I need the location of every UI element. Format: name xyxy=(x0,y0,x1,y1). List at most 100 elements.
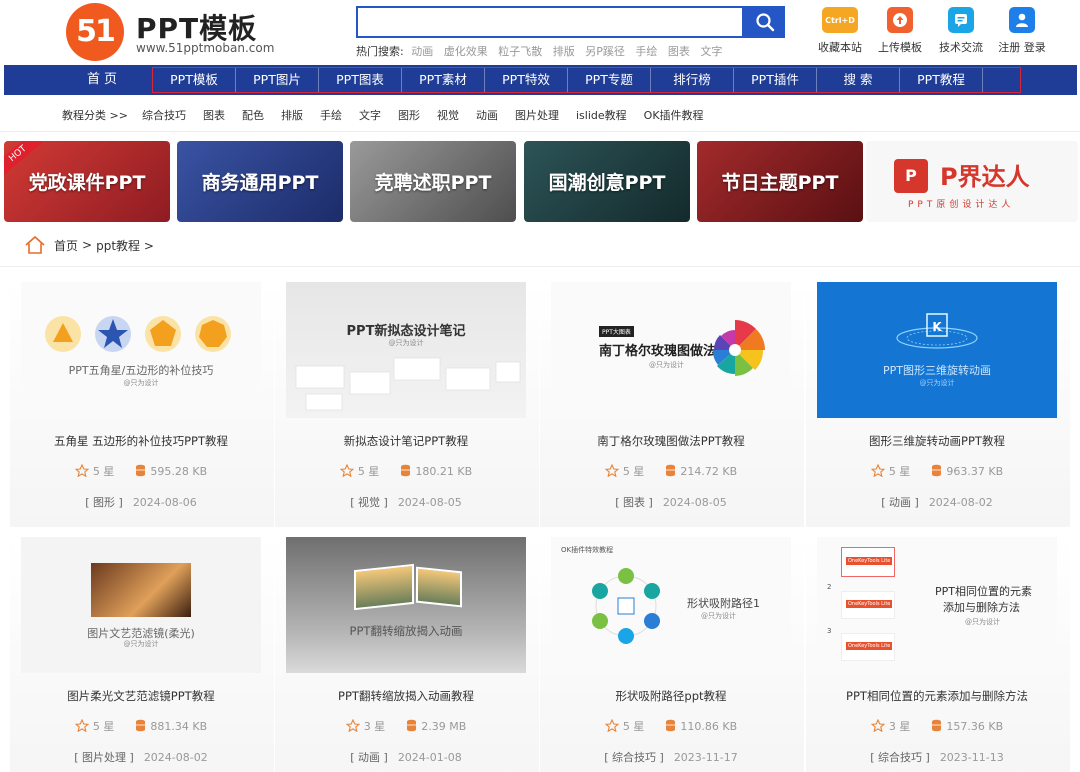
hot-search-link[interactable]: 另P蹊径 xyxy=(585,45,625,58)
tutorial-card[interactable]: PPT翻转缩放揭入动画 PPT翻转缩放揭入动画教程 3 星 2.39 MB [ … xyxy=(286,537,526,772)
star-icon xyxy=(604,719,619,732)
tutorial-card[interactable]: OneKeyTools Lite 2 OneKeyTools Lite 3 On… xyxy=(817,537,1057,772)
hot-search-link[interactable]: 粒子飞散 xyxy=(498,45,542,58)
home-icon[interactable] xyxy=(24,235,46,255)
card-date: 2023-11-17 xyxy=(673,751,738,764)
thumbnail-credit: @只为设计 xyxy=(123,640,159,648)
card-title[interactable]: 图片柔光文艺范滤镜PPT教程 xyxy=(21,688,261,704)
category-link[interactable]: 动画 xyxy=(476,107,498,123)
card-thumbnail[interactable]: PPT新拟态设计笔记 @只为设计 xyxy=(286,282,526,418)
brand-tagline: PPT原创设计达人 xyxy=(908,200,1015,210)
banner-festival[interactable]: 节日主题PPT xyxy=(697,141,863,222)
tech-exchange-button[interactable]: 技术交流 xyxy=(931,7,991,55)
nav-item-ppt-topic[interactable]: PPT专题 xyxy=(568,68,651,92)
site-header: 51 PPT模板 www.51pptmoban.com 热门搜索: 动画 虚化效… xyxy=(0,0,1080,64)
card-rating: 3 星 xyxy=(888,720,911,733)
banner-brand-pjdr[interactable]: P P界达人 PPT原创设计达人 xyxy=(866,141,1078,222)
card-category[interactable]: [ 图片处理 ] xyxy=(74,751,134,764)
nav-item-home[interactable]: 首页 xyxy=(64,65,144,95)
card-title[interactable]: 图形三维旋转动画PPT教程 xyxy=(817,433,1057,449)
site-logo[interactable]: 51 PPT模板 www.51pptmoban.com xyxy=(66,3,276,61)
nav-item-ppt-tutorial[interactable]: PPT教程 xyxy=(900,68,983,92)
card-title[interactable]: 新拟态设计笔记PPT教程 xyxy=(286,433,526,449)
search-button[interactable] xyxy=(744,6,785,38)
hot-search-bar: 热门搜索: 动画 虚化效果 粒子飞散 排版 另P蹊径 手绘 图表 文字 xyxy=(356,43,729,59)
tutorial-card[interactable]: K PPT图形三维旋转动画 @只为设计 图形三维旋转动画PPT教程 5 星 96… xyxy=(817,282,1057,527)
card-category[interactable]: [ 视觉 ] xyxy=(350,496,388,509)
banner-label: 节日主题PPT xyxy=(721,172,839,194)
nav-item-ppt-effect[interactable]: PPT特效 xyxy=(485,68,568,92)
card-file-size: 110.86 KB xyxy=(680,720,738,733)
register-login-button[interactable]: 注册 登录 xyxy=(992,7,1052,55)
category-link[interactable]: 图片处理 xyxy=(515,107,559,123)
card-title[interactable]: 南丁格尔玫瑰图做法PPT教程 xyxy=(551,433,791,449)
nav-item-ppt-image[interactable]: PPT图片 xyxy=(236,68,319,92)
category-link[interactable]: OK插件教程 xyxy=(644,107,704,123)
nav-item-ranking[interactable]: 排行榜 xyxy=(651,68,734,92)
banner-job-report[interactable]: 竞聘述职PPT xyxy=(350,141,516,222)
upload-template-button[interactable]: 上传模板 xyxy=(870,7,930,55)
nav-item-ppt-plugin[interactable]: PPT插件 xyxy=(734,68,817,92)
breadcrumb-home-link[interactable]: 首页 xyxy=(54,237,78,254)
category-link[interactable]: 排版 xyxy=(281,107,303,123)
tutorial-card[interactable]: OK插件特效教程 形状吸附路径1 @只为设计 形状吸附路径ppt教程 5 星 1… xyxy=(551,537,791,772)
card-thumbnail[interactable]: OK插件特效教程 形状吸附路径1 @只为设计 xyxy=(551,537,791,673)
card-category[interactable]: [ 综合技巧 ] xyxy=(870,751,930,764)
category-link[interactable]: 手绘 xyxy=(320,107,342,123)
thumbnail-tag: PPT大图表 xyxy=(599,326,634,337)
category-link[interactable]: 视觉 xyxy=(437,107,459,123)
banner-guochao[interactable]: 国潮创意PPT xyxy=(524,141,690,222)
search-input[interactable] xyxy=(356,6,744,38)
category-link[interactable]: 图表 xyxy=(203,107,225,123)
nav-item-ppt-template[interactable]: PPT模板 xyxy=(153,68,236,92)
category-link[interactable]: 图形 xyxy=(398,107,420,123)
breadcrumb: 首页 > ppt教程 > xyxy=(24,234,154,256)
nav-item-ppt-chart[interactable]: PPT图表 xyxy=(319,68,402,92)
card-category[interactable]: [ 综合技巧 ] xyxy=(604,751,664,764)
hot-search-link[interactable]: 虚化效果 xyxy=(444,45,488,58)
hot-search-link[interactable]: 文字 xyxy=(700,45,722,58)
bookmark-site-button[interactable]: Ctrl+D 收藏本站 xyxy=(810,7,870,55)
card-title[interactable]: PPT相同位置的元素添加与删除方法 xyxy=(817,688,1057,704)
category-link[interactable]: 综合技巧 xyxy=(142,107,186,123)
card-thumbnail[interactable]: PPT五角星/五边形的补位技巧 @只为设计 xyxy=(21,282,261,418)
category-link[interactable]: 配色 xyxy=(242,107,264,123)
card-date: 2024-08-05 xyxy=(397,496,462,509)
nav-item-search[interactable]: 搜 索 xyxy=(817,68,900,92)
category-link[interactable]: 文字 xyxy=(359,107,381,123)
tutorial-card[interactable]: PPT新拟态设计笔记 @只为设计 新拟态设计笔记PPT教程 5 星 180.21… xyxy=(286,282,526,527)
file-size-icon xyxy=(666,719,676,732)
card-category[interactable]: [ 图表 ] xyxy=(615,496,653,509)
hot-search-link[interactable]: 图表 xyxy=(668,45,690,58)
card-file-size: 2.39 MB xyxy=(421,720,467,733)
card-thumbnail[interactable]: PPT大图表 南丁格尔玫瑰图做法 @只为设计 xyxy=(551,282,791,418)
file-size-icon xyxy=(932,464,942,477)
tutorial-card[interactable]: PPT大图表 南丁格尔玫瑰图做法 @只为设计 南丁格尔玫瑰图做法PPT教程 5 … xyxy=(551,282,791,527)
card-title[interactable]: 形状吸附路径ppt教程 xyxy=(551,688,791,704)
thumbnail-caption: PPT新拟态设计笔记 xyxy=(346,324,466,339)
card-title[interactable]: 五角星 五边形的补位技巧PPT教程 xyxy=(21,433,261,449)
hot-search-link[interactable]: 排版 xyxy=(553,45,575,58)
section-divider xyxy=(0,266,1080,267)
card-thumbnail[interactable]: 图片文艺范滤镜(柔光) @只为设计 xyxy=(21,537,261,673)
breadcrumb-current[interactable]: ppt教程 > xyxy=(96,237,154,254)
card-thumbnail[interactable]: OneKeyTools Lite 2 OneKeyTools Lite 3 On… xyxy=(817,537,1057,673)
star-icon xyxy=(604,464,619,477)
card-category[interactable]: [ 动画 ] xyxy=(881,496,919,509)
card-category[interactable]: [ 动画 ] xyxy=(350,751,388,764)
tutorial-card[interactable]: PPT五角星/五边形的补位技巧 @只为设计 五角星 五边形的补位技巧PPT教程 … xyxy=(21,282,261,527)
banner-business[interactable]: 商务通用PPT xyxy=(177,141,343,222)
card-thumbnail[interactable]: K PPT图形三维旋转动画 @只为设计 xyxy=(817,282,1057,418)
card-title[interactable]: PPT翻转缩放揭入动画教程 xyxy=(286,688,526,704)
hot-search-link[interactable]: 动画 xyxy=(411,45,433,58)
card-category[interactable]: [ 图形 ] xyxy=(85,496,123,509)
hot-search-link[interactable]: 手绘 xyxy=(635,45,657,58)
card-thumbnail[interactable]: PPT翻转缩放揭入动画 xyxy=(286,537,526,673)
thumbnail-credit: @只为设计 xyxy=(123,379,159,387)
thumbnail-credit: @只为设计 xyxy=(965,618,1000,626)
banner-party-courseware[interactable]: HOT 党政课件PPT xyxy=(4,141,170,222)
category-link[interactable]: islide教程 xyxy=(576,107,627,123)
nav-item-ppt-material[interactable]: PPT素材 xyxy=(402,68,485,92)
tutorial-card[interactable]: 图片文艺范滤镜(柔光) @只为设计 图片柔光文艺范滤镜PPT教程 5 星 881… xyxy=(21,537,261,772)
card-file-size: 214.72 KB xyxy=(680,465,738,478)
